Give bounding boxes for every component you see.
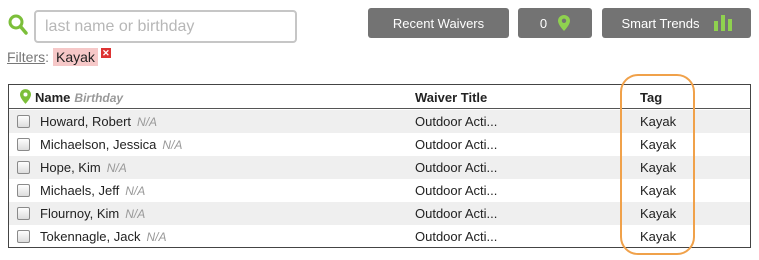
participant-name[interactable]: Tokennagle, Jack bbox=[40, 229, 140, 244]
participant-name[interactable]: Michaels, Jeff bbox=[40, 183, 119, 198]
table-row[interactable]: Michaelson, Jessica N/A Outdoor Acti... K… bbox=[9, 133, 750, 156]
participant-birthday: N/A bbox=[146, 230, 167, 244]
location-count-button[interactable]: 0 bbox=[518, 8, 592, 38]
participant-birthday: N/A bbox=[125, 207, 146, 221]
participant-name[interactable]: Michaelson, Jessica bbox=[40, 137, 156, 152]
row-checkbox[interactable] bbox=[17, 138, 30, 151]
waiver-title: Outdoor Acti... bbox=[415, 137, 498, 152]
column-header-tag[interactable]: Tag bbox=[640, 90, 662, 105]
smart-trends-button[interactable]: Smart Trends bbox=[602, 8, 751, 38]
table-header: Name Birthday Waiver Title Tag bbox=[9, 85, 750, 109]
waiver-tag: Kayak bbox=[640, 114, 677, 129]
participant-birthday: N/A bbox=[106, 161, 127, 175]
column-header-waiver-title[interactable]: Waiver Title bbox=[415, 90, 487, 105]
search-input[interactable] bbox=[34, 10, 297, 43]
row-checkbox[interactable] bbox=[17, 184, 30, 197]
filters-bar: Filters: Kayak ✕ bbox=[7, 48, 111, 66]
waiver-title: Outdoor Acti... bbox=[415, 229, 498, 244]
bar-chart-icon bbox=[713, 15, 732, 31]
map-pin-icon[interactable] bbox=[20, 89, 31, 104]
participant-birthday: N/A bbox=[125, 184, 146, 198]
row-checkbox[interactable] bbox=[17, 230, 30, 243]
waiver-tag: Kayak bbox=[640, 229, 677, 244]
table-row[interactable]: Hope, Kim N/A Outdoor Acti... Kayak bbox=[9, 156, 750, 179]
row-checkbox[interactable] bbox=[17, 207, 30, 220]
table-row[interactable]: Michaels, Jeff N/A Outdoor Acti... Kayak bbox=[9, 179, 750, 202]
waiver-title: Outdoor Acti... bbox=[415, 160, 498, 175]
filter-chip-kayak: Kayak bbox=[53, 48, 98, 66]
location-count: 0 bbox=[539, 15, 548, 31]
waiver-title: Outdoor Acti... bbox=[415, 114, 498, 129]
waiver-tag: Kayak bbox=[640, 183, 677, 198]
participant-birthday: N/A bbox=[162, 138, 183, 152]
column-header-name[interactable]: Name Birthday bbox=[35, 90, 123, 105]
waiver-title: Outdoor Acti... bbox=[415, 206, 498, 221]
table-row[interactable]: Flournoy, Kim N/A Outdoor Acti... Kayak bbox=[9, 202, 750, 225]
participant-birthday: N/A bbox=[137, 115, 158, 129]
waiver-tag: Kayak bbox=[640, 160, 677, 175]
row-checkbox[interactable] bbox=[17, 161, 30, 174]
map-pin-icon bbox=[558, 15, 571, 31]
search-icon[interactable] bbox=[8, 14, 28, 36]
column-header-birthday[interactable]: Birthday bbox=[74, 91, 123, 105]
table-row[interactable]: Howard, Robert N/A Outdoor Acti... Kayak bbox=[9, 110, 750, 133]
filters-label[interactable]: Filters bbox=[7, 49, 45, 65]
participant-name[interactable]: Flournoy, Kim bbox=[40, 206, 119, 221]
waiver-title: Outdoor Acti... bbox=[415, 183, 498, 198]
waivers-table: Name Birthday Waiver Title Tag Howard, Ro… bbox=[8, 84, 751, 248]
recent-waivers-button[interactable]: Recent Waivers bbox=[368, 8, 509, 38]
close-x-icon[interactable]: ✕ bbox=[100, 48, 111, 58]
row-checkbox[interactable] bbox=[17, 115, 30, 128]
waiver-tag: Kayak bbox=[640, 206, 677, 221]
participant-name[interactable]: Hope, Kim bbox=[40, 160, 101, 175]
participant-name[interactable]: Howard, Robert bbox=[40, 114, 131, 129]
waiver-tag: Kayak bbox=[640, 137, 677, 152]
table-row[interactable]: Tokennagle, Jack N/A Outdoor Acti... Kaya… bbox=[9, 225, 750, 248]
